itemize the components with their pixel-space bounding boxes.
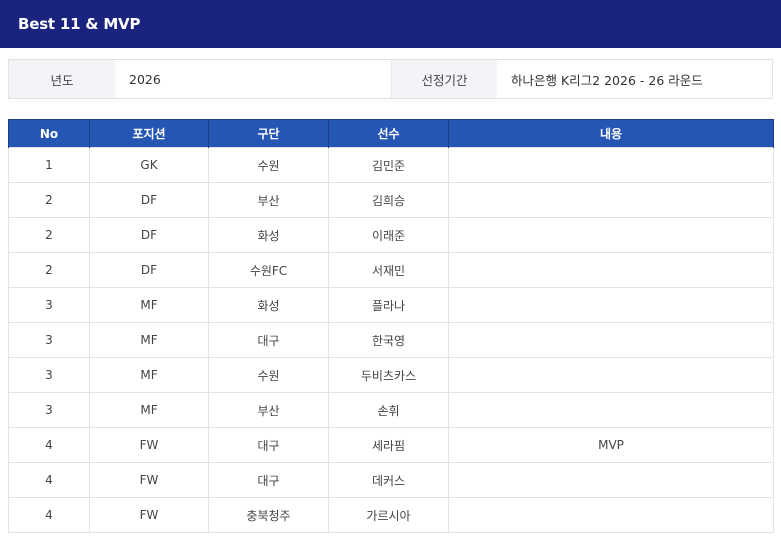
cell-note (448, 287, 774, 323)
cell-position: DF (89, 252, 209, 288)
cell-position: MF (89, 322, 209, 358)
period-label: 선정기간 (391, 60, 497, 98)
year-value: 2026 (115, 60, 391, 98)
cell-club: 충북청주 (208, 497, 329, 533)
cell-club: 화성 (208, 217, 329, 253)
cell-club: 수원 (208, 357, 329, 393)
cell-note (448, 462, 774, 498)
cell-no: 3 (8, 287, 90, 323)
table-row: 1 GK 수원 김민준 (8, 147, 774, 183)
table-row: 3 MF 수원 두비츠카스 (8, 357, 774, 393)
cell-position: MF (89, 392, 209, 428)
best11-table: No 포지션 구단 선수 내용 1 GK 수원 김민준 2 DF 부산 김희승 … (8, 119, 774, 533)
cell-note (448, 392, 774, 428)
cell-position: MF (89, 357, 209, 393)
cell-position: DF (89, 182, 209, 218)
cell-note (448, 217, 774, 253)
cell-note (448, 182, 774, 218)
cell-club: 대구 (208, 462, 329, 498)
cell-no: 3 (8, 357, 90, 393)
cell-player: 서재민 (328, 252, 449, 288)
cell-no: 2 (8, 252, 90, 288)
cell-club: 대구 (208, 322, 329, 358)
table-row: 4 FW 대구 데커스 (8, 462, 774, 498)
cell-no: 2 (8, 182, 90, 218)
cell-position: FW (89, 427, 209, 463)
cell-player: 세라핌 (328, 427, 449, 463)
cell-player: 이래준 (328, 217, 449, 253)
table-row: 2 DF 수원FC 서재민 (8, 252, 774, 288)
cell-note (448, 252, 774, 288)
cell-no: 4 (8, 427, 90, 463)
cell-no: 2 (8, 217, 90, 253)
cell-player: 가르시아 (328, 497, 449, 533)
cell-club: 부산 (208, 392, 329, 428)
cell-position: FW (89, 462, 209, 498)
cell-player: 김희승 (328, 182, 449, 218)
selection-info: 년도 2026 선정기간 하나은행 K리그2 2026 - 26 라운드 (8, 59, 773, 99)
cell-position: DF (89, 217, 209, 253)
cell-position: FW (89, 497, 209, 533)
cell-no: 3 (8, 392, 90, 428)
table-row: 2 DF 화성 이래준 (8, 217, 774, 253)
cell-player: 한국영 (328, 322, 449, 358)
column-header-player: 선수 (328, 119, 449, 148)
cell-no: 4 (8, 497, 90, 533)
column-header-position: 포지션 (89, 119, 209, 148)
cell-position: GK (89, 147, 209, 183)
cell-no: 4 (8, 462, 90, 498)
cell-club: 수원FC (208, 252, 329, 288)
cell-note: MVP (448, 427, 774, 463)
column-header-club: 구단 (208, 119, 329, 148)
cell-note (448, 357, 774, 393)
cell-no: 1 (8, 147, 90, 183)
table-row: 2 DF 부산 김희승 (8, 182, 774, 218)
cell-note (448, 147, 774, 183)
cell-club: 부산 (208, 182, 329, 218)
page-title: Best 11 & MVP (18, 15, 141, 33)
table-row: 3 MF 부산 손휘 (8, 392, 774, 428)
column-header-no: No (8, 119, 90, 148)
cell-player: 데커스 (328, 462, 449, 498)
cell-player: 두비츠카스 (328, 357, 449, 393)
table-row: 3 MF 대구 한국영 (8, 322, 774, 358)
cell-club: 화성 (208, 287, 329, 323)
table-row: 4 FW 대구 세라핌 MVP (8, 427, 774, 463)
cell-note (448, 322, 774, 358)
cell-club: 대구 (208, 427, 329, 463)
cell-club: 수원 (208, 147, 329, 183)
table-header-row: No 포지션 구단 선수 내용 (8, 119, 774, 148)
cell-player: 플라나 (328, 287, 449, 323)
cell-position: MF (89, 287, 209, 323)
cell-player: 김민준 (328, 147, 449, 183)
cell-no: 3 (8, 322, 90, 358)
table-row: 4 FW 충북청주 가르시아 (8, 497, 774, 533)
column-header-note: 내용 (448, 119, 774, 148)
page-header: Best 11 & MVP (0, 0, 781, 48)
year-label: 년도 (9, 60, 115, 98)
cell-note (448, 497, 774, 533)
period-value: 하나은행 K리그2 2026 - 26 라운드 (497, 60, 772, 98)
cell-player: 손휘 (328, 392, 449, 428)
table-row: 3 MF 화성 플라나 (8, 287, 774, 323)
